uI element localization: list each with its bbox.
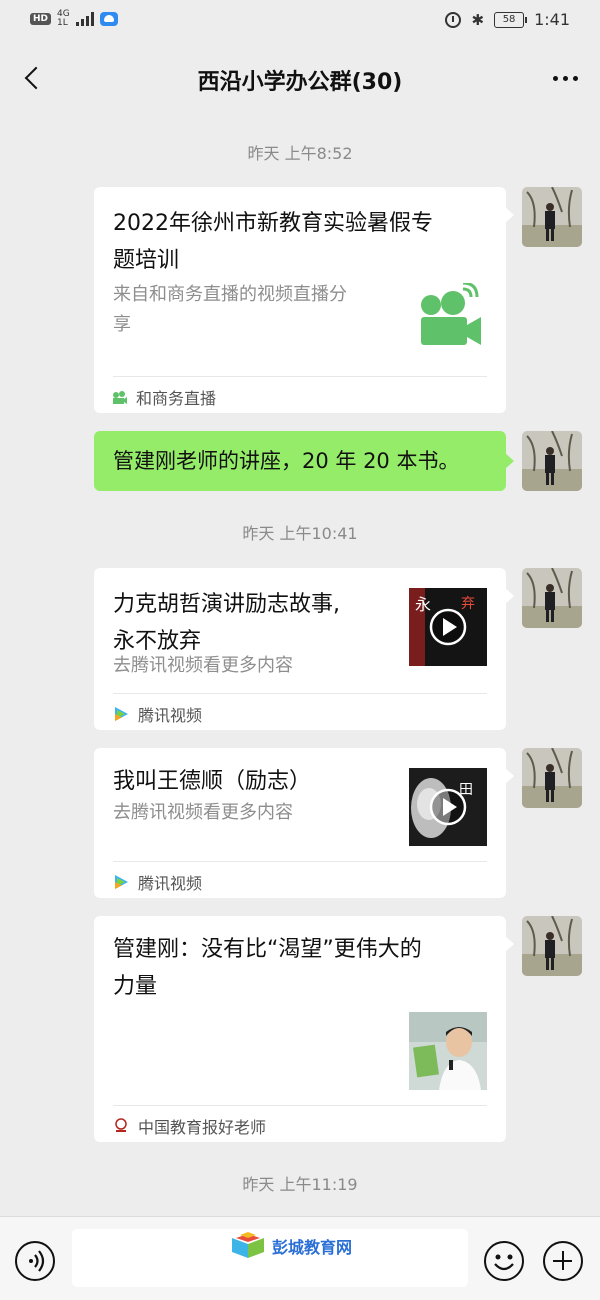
link-card[interactable]: 力克胡哲演讲励志故事, 永不放弃 去腾讯视频看更多内容 永 弃 腾讯视频	[94, 568, 514, 730]
card-source: 腾讯视频	[112, 870, 202, 894]
cloud-icon	[99, 12, 118, 26]
speaker-photo	[409, 1012, 487, 1090]
timestamp: 昨天 上午11:19	[242, 1175, 358, 1194]
avatar[interactable]	[522, 187, 582, 247]
plus-button[interactable]	[543, 1241, 583, 1281]
timestamp: 昨天 上午10:41	[242, 524, 358, 543]
more-options-button[interactable]	[553, 68, 578, 88]
tencent-video-icon	[115, 875, 128, 889]
video-camera-icon	[413, 283, 485, 349]
card-source: 中国教育报好老师	[112, 1114, 266, 1138]
tencent-video-icon	[115, 707, 128, 721]
avatar-photo	[522, 568, 582, 628]
link-card[interactable]: 2022年徐州市新教育实验暑假专 题培训 来自和商务直播的视频直播分 享 和商务…	[94, 187, 514, 413]
card-divider	[113, 376, 487, 377]
card-source: 和商务直播	[112, 385, 216, 409]
card-divider	[113, 861, 487, 862]
avatar[interactable]	[522, 568, 582, 628]
signal-icon	[75, 12, 94, 26]
avatar[interactable]	[522, 748, 582, 808]
avatar-photo	[522, 187, 582, 247]
book-logo-icon	[232, 1232, 264, 1258]
card-title: 力克胡哲演讲励志故事, 永不放弃	[113, 592, 340, 654]
battery-icon: 58	[494, 11, 528, 28]
timestamp: 昨天 上午8:52	[247, 144, 353, 163]
chat-title: 西沿小学办公群(30)	[197, 70, 403, 95]
avatar-photo	[522, 748, 582, 808]
card-description: 去腾讯视频看更多内容	[113, 655, 293, 676]
svg-text:弃: 弃	[461, 596, 475, 612]
status-bar: HD 4G 1L ✱ 58 1:41	[0, 0, 600, 42]
alarm-icon	[445, 11, 462, 28]
voice-button[interactable]	[15, 1241, 55, 1281]
emoji-button[interactable]	[484, 1241, 524, 1281]
chat-header: 西沿小学办公群(30)	[0, 42, 600, 114]
watermark-text: 彭城教育网	[272, 1238, 353, 1257]
card-description: 去腾讯视频看更多内容	[113, 802, 293, 823]
link-card[interactable]: 管建刚：没有比“渴望”更伟大的 力量 中国教育报好老师	[94, 916, 514, 1142]
card-title: 我叫王德顺（励志）	[113, 769, 312, 794]
network-type: 4G 1L	[57, 9, 70, 28]
card-title: 2022年徐州市新教育实验暑假专 题培训	[113, 211, 433, 273]
text-message-bubble[interactable]: 管建刚老师的讲座，20 年 20 本书。	[94, 431, 514, 491]
official-account-logo-icon	[115, 1118, 127, 1132]
avatar[interactable]	[522, 916, 582, 976]
svg-text:永: 永	[415, 595, 431, 614]
card-title: 管建刚：没有比“渴望”更伟大的 力量	[113, 937, 422, 999]
avatar-photo	[522, 431, 582, 491]
live-stream-icon	[113, 391, 127, 404]
video-thumbnail: 永 弃	[409, 588, 487, 666]
avatar-photo	[522, 916, 582, 976]
watermark: 彭城教育网	[230, 1232, 352, 1260]
card-source: 腾讯视频	[112, 702, 202, 726]
card-divider	[113, 1105, 487, 1106]
voice-icon	[29, 1250, 45, 1272]
emoji-icon	[494, 1254, 514, 1271]
card-description: 来自和商务直播的视频直播分 享	[113, 284, 347, 335]
avatar[interactable]	[522, 431, 582, 491]
more-dots-icon	[553, 75, 558, 81]
hd-badge: HD	[30, 13, 52, 25]
link-card[interactable]: 我叫王德顺（励志） 去腾讯视频看更多内容 田 腾讯视频	[94, 748, 514, 898]
video-thumbnail: 田	[409, 768, 487, 846]
bluetooth-icon: ✱	[471, 10, 485, 29]
clock: 1:41	[534, 10, 570, 29]
card-divider	[113, 693, 487, 694]
